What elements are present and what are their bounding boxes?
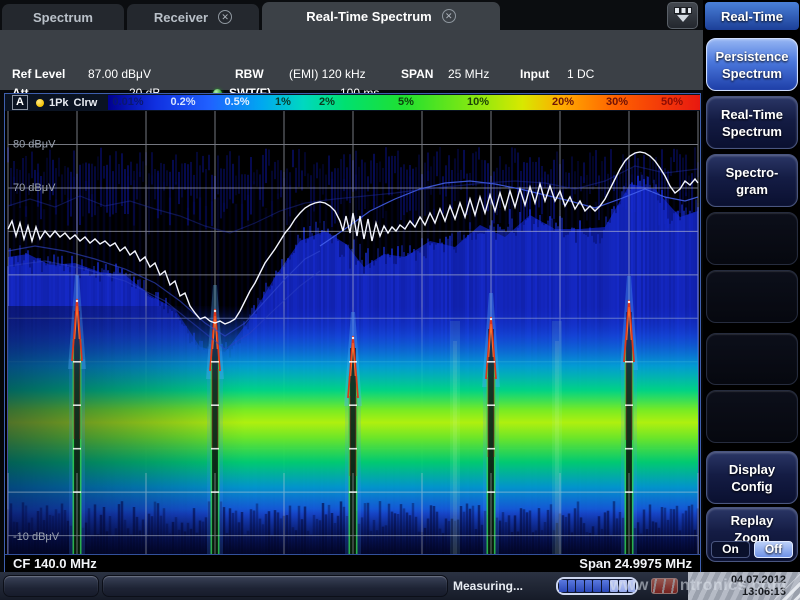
scale-label: 2% xyxy=(319,96,335,108)
tab-list-icon xyxy=(674,7,692,14)
softkey-label: Persistence Spectrum xyxy=(707,48,797,82)
softkey-replay-zoom[interactable]: Replay ZoomOnOff xyxy=(706,507,798,562)
ref-level-label: Ref Level xyxy=(12,67,65,81)
svg-text:80 dBμV: 80 dBμV xyxy=(13,138,56,150)
tab-label: Spectrum xyxy=(33,10,93,25)
span-readout[interactable]: Span 24.9975 MHz xyxy=(579,556,692,571)
softkey-spectro-gram[interactable]: Spectro- gram xyxy=(706,154,798,207)
progress-segment xyxy=(593,580,601,592)
span-value[interactable]: 25 MHz xyxy=(448,67,489,81)
softkey-column: Real-Time Persistence Spectrum Real-Time … xyxy=(703,0,800,600)
tab-receiver[interactable]: Receiver xyxy=(127,4,259,30)
progress-segment xyxy=(619,580,627,592)
scale-label: 5% xyxy=(398,96,414,108)
chevron-down-icon xyxy=(677,15,689,22)
window-id-badge: A xyxy=(12,95,28,110)
ref-level-value[interactable]: 87.00 dBμV xyxy=(88,67,151,81)
status-button-2[interactable] xyxy=(102,575,448,597)
replay-zoom-toggle: OnOff xyxy=(711,541,793,558)
progress-segment xyxy=(585,580,593,592)
scale-label: 20% xyxy=(552,96,574,108)
toggle-option-on[interactable]: On xyxy=(711,541,750,558)
trace-detector-label: 1Pk xyxy=(49,97,69,109)
softkey-menu-title: Real-Time xyxy=(705,2,799,30)
status-bar: Measuring... xyxy=(0,572,800,600)
softkey-empty xyxy=(706,333,798,385)
softkey-label: Real-Time Spectrum xyxy=(707,106,797,140)
progress-segment xyxy=(628,580,636,592)
softkey-empty xyxy=(706,212,798,265)
spectrum-window: A 1Pk Clrw 0.01% 0.2% 0.5% 1% 2% 5% 10% 20% 30% 5… xyxy=(4,93,701,572)
softkey-display-config[interactable]: Display Config xyxy=(706,451,798,504)
settings-header: Ref Level 87.00 dBμV RBW (EMI) 120 kHz S… xyxy=(0,30,703,90)
close-icon[interactable] xyxy=(218,10,232,24)
date-time-panel: 04.07.2012 13:06:13 xyxy=(688,572,800,600)
persistence-spectrum-display[interactable]: 80 dBμV 70 dBμV -10 dBμV xyxy=(5,111,700,554)
date-label: 04.07.2012 xyxy=(688,574,786,586)
progress-segment xyxy=(610,580,618,592)
trace-mode-label: Clrw xyxy=(74,97,98,109)
toggle-option-off[interactable]: Off xyxy=(754,541,793,558)
input-value[interactable]: 1 DC xyxy=(567,67,594,81)
scale-label: 0.5% xyxy=(224,96,249,108)
progress-segment xyxy=(602,580,610,592)
progress-segment xyxy=(559,580,567,592)
span-label: SPAN xyxy=(401,67,433,81)
tab-label: Real-Time Spectrum xyxy=(306,9,431,24)
softkey-empty xyxy=(706,390,798,443)
scale-label: 1% xyxy=(275,96,291,108)
softkey-empty xyxy=(706,270,798,323)
trace-info-bar: A 1Pk Clrw 0.01% 0.2% 0.5% 1% 2% 5% 10% 20% 30% 5… xyxy=(5,94,700,111)
tab-bar: Spectrum Receiver Real-Time Spectrum xyxy=(0,0,703,30)
scale-label: 10% xyxy=(467,96,489,108)
scale-label: 30% xyxy=(606,96,628,108)
tab-spectrum[interactable]: Spectrum xyxy=(2,4,124,30)
tab-overview-button[interactable] xyxy=(667,2,698,29)
scale-label: 50% xyxy=(661,96,683,108)
measurement-progress-bar xyxy=(556,577,638,595)
softkey-real-time-spectrum[interactable]: Real-Time Spectrum xyxy=(706,96,798,149)
svg-text:-10 dBμV: -10 dBμV xyxy=(13,531,60,543)
close-icon[interactable] xyxy=(442,9,456,23)
measuring-status: Measuring... xyxy=(453,579,523,593)
rbw-label: RBW xyxy=(235,67,264,81)
tab-label: Receiver xyxy=(154,10,208,25)
rbw-value[interactable]: (EMI) 120 kHz xyxy=(289,67,366,81)
progress-segment xyxy=(576,580,584,592)
scale-label: 0.01% xyxy=(112,96,143,108)
softkey-persistence-spectrum[interactable]: Persistence Spectrum xyxy=(706,38,798,91)
status-button-1[interactable] xyxy=(3,575,99,597)
time-label: 13:06:13 xyxy=(688,586,786,598)
softkey-label: Spectro- gram xyxy=(707,164,797,198)
instrument-screen: Spectrum Receiver Real-Time Spectrum Ref L… xyxy=(0,0,800,600)
frequency-footer-bar: CF 140.0 MHz Span 24.9975 MHz xyxy=(5,554,700,572)
trace1-color-dot-icon xyxy=(36,99,44,107)
tab-real-time-spectrum[interactable]: Real-Time Spectrum xyxy=(262,2,500,30)
center-frequency[interactable]: CF 140.0 MHz xyxy=(13,556,97,571)
softkey-label: Display Config xyxy=(707,461,797,495)
persistence-color-scale: 0.01% 0.2% 0.5% 1% 2% 5% 10% 20% 30% 50% xyxy=(108,95,700,110)
scale-label: 0.2% xyxy=(170,96,195,108)
progress-segment xyxy=(568,580,576,592)
svg-text:70 dBμV: 70 dBμV xyxy=(13,182,56,194)
input-label: Input xyxy=(520,67,549,81)
